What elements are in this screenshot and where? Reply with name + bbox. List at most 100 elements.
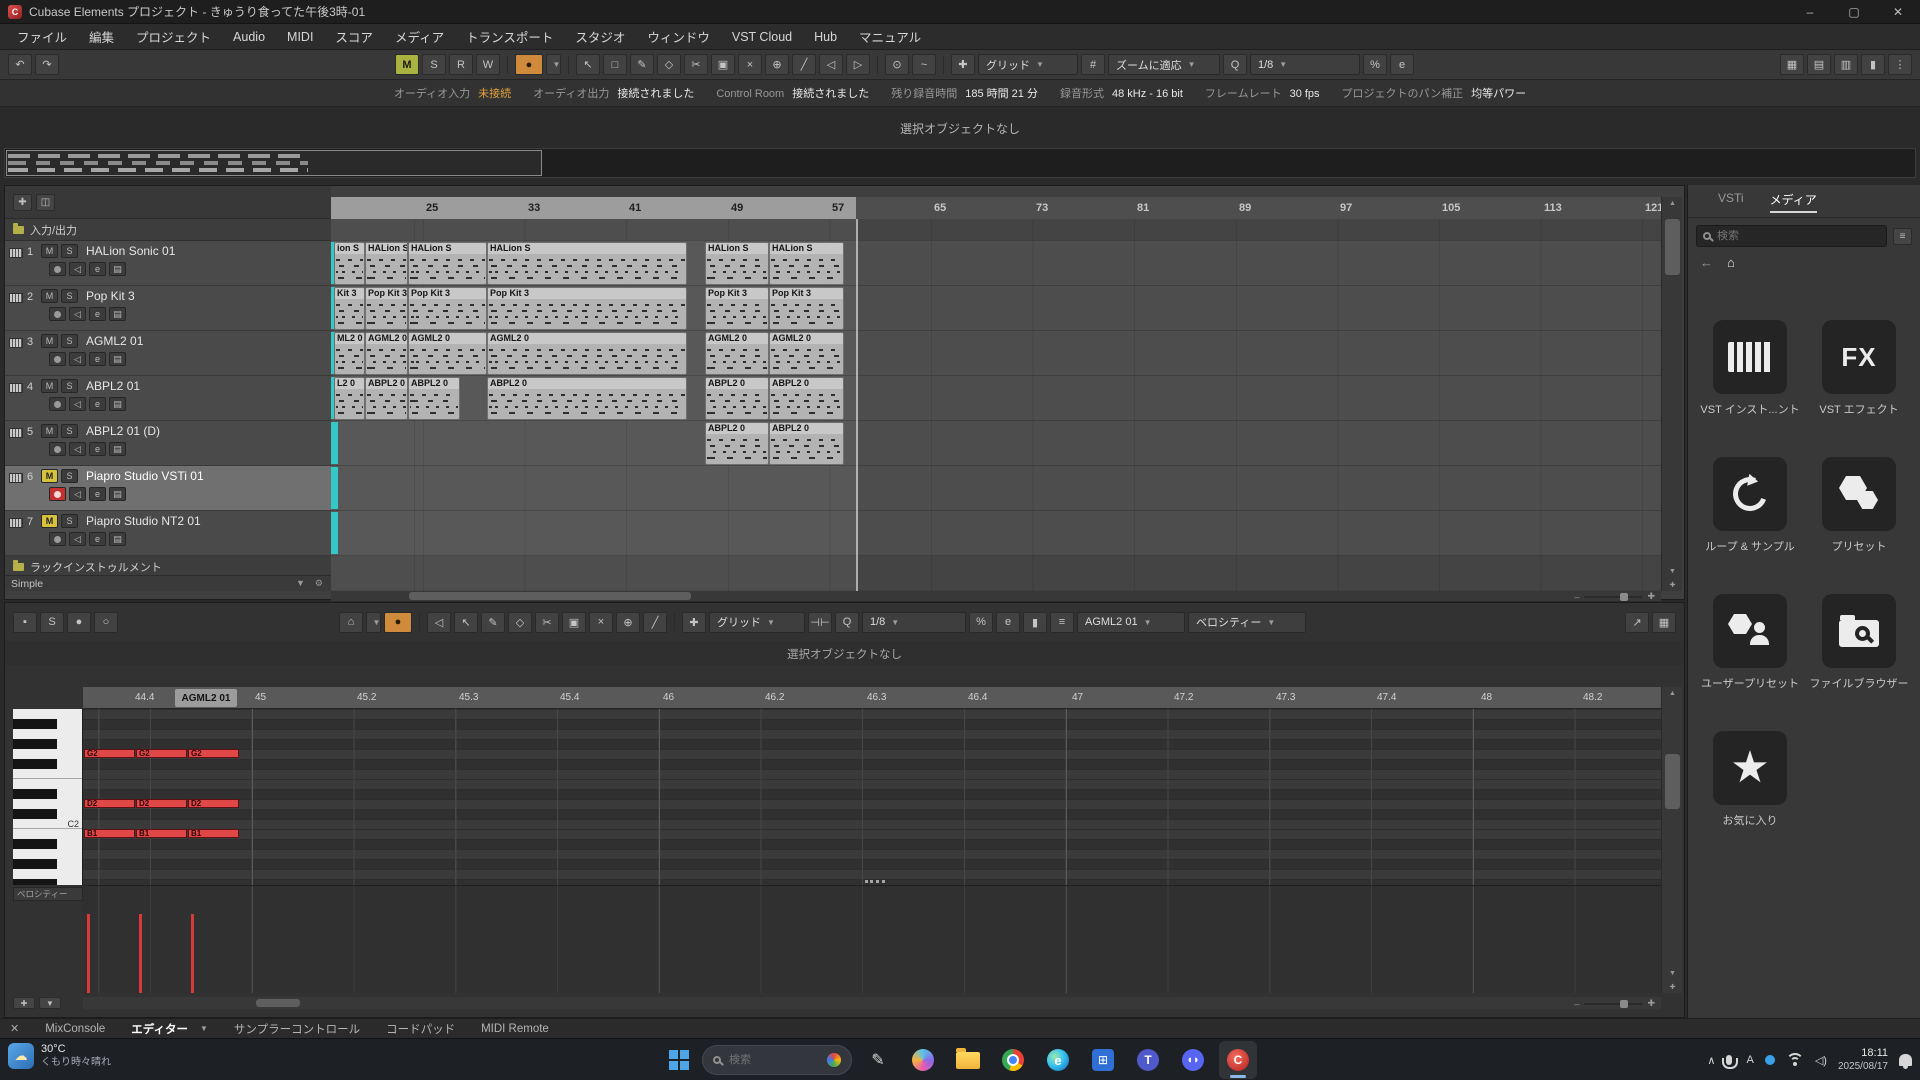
write-automation-button[interactable]: W	[476, 54, 500, 75]
notification-bell-icon[interactable]	[1899, 1054, 1912, 1066]
quantize-icon[interactable]: Q	[1223, 54, 1247, 75]
edit-channel-button[interactable]: e	[89, 262, 106, 276]
taskbar-app-discord[interactable]: ◖◗	[1174, 1041, 1212, 1079]
midi-part[interactable]: ABPL2 0	[705, 422, 769, 465]
record-arm-button[interactable]	[49, 307, 66, 321]
select-tool[interactable]: ↖	[454, 612, 478, 633]
line-tool[interactable]: ╱	[792, 54, 816, 75]
taskbar-app-edge[interactable]: e	[1039, 1041, 1077, 1079]
zoom-slider-track[interactable]	[1584, 1003, 1642, 1005]
edit-channel-button[interactable]: e	[89, 397, 106, 411]
quantize-panel-button[interactable]: e	[996, 612, 1020, 633]
zoom-preset-button[interactable]: ✚	[1662, 983, 1683, 991]
menu-manual[interactable]: マニュアル	[848, 23, 932, 50]
split-tool[interactable]: ✂	[535, 612, 559, 633]
taskbar-app-teams[interactable]: T	[1129, 1041, 1167, 1079]
line-tool[interactable]: ╱	[643, 612, 667, 633]
erase-tool[interactable]: ◇	[508, 612, 532, 633]
midi-part[interactable]: HALion S	[408, 242, 487, 285]
mute-button[interactable]: M	[41, 244, 58, 258]
snap-toggle-button[interactable]: ✚	[951, 54, 975, 75]
taskbar-app-pen-tablet[interactable]: ✎	[859, 1041, 897, 1079]
instrument-button[interactable]: ▤	[109, 307, 126, 321]
microphone-icon[interactable]	[1726, 1055, 1732, 1065]
mute-button[interactable]: M	[41, 379, 58, 393]
zoom-tool[interactable]: ⊕	[616, 612, 640, 633]
gear-icon[interactable]: ⚙	[315, 578, 323, 589]
monitor-button[interactable]: ◁	[69, 262, 86, 276]
instrument-button[interactable]: ▤	[109, 262, 126, 276]
menu-hub[interactable]: Hub	[803, 26, 848, 48]
quantize-icon[interactable]: Q	[835, 612, 859, 633]
midi-note[interactable]: D2	[84, 799, 135, 808]
add-lane-button[interactable]: ✚	[13, 997, 35, 1009]
midi-note[interactable]: B1	[84, 829, 135, 838]
zoom-out-icon[interactable]: –	[1574, 592, 1579, 602]
instrument-button[interactable]: ▤	[109, 487, 126, 501]
iterative-quantize-button[interactable]: %	[1363, 54, 1387, 75]
range-tool[interactable]: □	[603, 54, 627, 75]
solo-button[interactable]: S	[61, 379, 78, 393]
taskbar-app-chrome[interactable]	[994, 1041, 1032, 1079]
midi-part[interactable]: ABPL2 0	[365, 377, 408, 420]
draw-tool[interactable]: ✎	[630, 54, 654, 75]
tile-vst-effects[interactable]: FX VST エフェクト	[1807, 320, 1911, 417]
glue-tool[interactable]: ▣	[711, 54, 735, 75]
left-zone-toggle[interactable]: ▤	[1807, 54, 1831, 75]
home-icon[interactable]: ⌂	[1727, 255, 1735, 270]
monitor-button[interactable]: ◁	[69, 307, 86, 321]
open-in-window-button[interactable]: ↗	[1625, 612, 1649, 633]
taskbar-app-file-explorer[interactable]	[949, 1041, 987, 1079]
mute-button[interactable]: M	[41, 424, 58, 438]
midi-note[interactable]: G2	[188, 749, 239, 758]
taskbar-app-copilot[interactable]	[904, 1041, 942, 1079]
midi-note[interactable]: G2	[84, 749, 135, 758]
mute-state-button[interactable]: M	[395, 54, 419, 75]
undo-button[interactable]: ↶	[8, 54, 32, 75]
controller-lane-header[interactable]: ベロシティー	[13, 887, 83, 901]
midi-part[interactable]: Pop Kit 3	[705, 287, 769, 330]
setup-window-layout-button[interactable]: ▦	[1780, 54, 1804, 75]
midi-part[interactable]: HALion S	[705, 242, 769, 285]
edit-channel-button[interactable]: e	[89, 442, 106, 456]
tab-editor[interactable]: エディター▼	[131, 1021, 208, 1037]
comment-button[interactable]: ⊙	[885, 54, 909, 75]
status-audio-output[interactable]: オーディオ出力接続されました	[533, 85, 694, 101]
lane-dropdown-button[interactable]: ▼	[39, 997, 61, 1009]
track-row-6-selected[interactable]: 6 M S Piapro Studio VSTi 01 ◁ e ▤	[5, 466, 331, 511]
record-in-editor-button[interactable]: ●	[67, 612, 91, 633]
quantize-panel-button[interactable]: e	[1390, 54, 1414, 75]
midi-note[interactable]: D2	[136, 799, 187, 808]
timeline-ruler[interactable]: 25 33 41 49 57 65 73 81 89 97 105 113 12…	[331, 197, 1661, 221]
project-vertical-scrollbar[interactable]: ▲ ▼ ✚	[1661, 197, 1682, 591]
midi-part[interactable]: AGML2 0	[705, 332, 769, 375]
editor-horizontal-scrollbar[interactable]: – ✚	[83, 997, 1661, 1009]
acoustic-feedback-button[interactable]: ○	[94, 612, 118, 633]
midi-part[interactable]: ABPL2 0	[408, 377, 460, 420]
midi-input-dropdown[interactable]: ≡	[1050, 612, 1074, 633]
record-arm-button[interactable]	[49, 397, 66, 411]
automation-curve-button[interactable]: ~	[912, 54, 936, 75]
instrument-button[interactable]: ▤	[109, 532, 126, 546]
track-preset-row[interactable]: Simple ▼⚙	[5, 575, 331, 591]
menu-vst-cloud[interactable]: VST Cloud	[721, 26, 803, 48]
tab-vsti[interactable]: VSTi	[1718, 191, 1744, 213]
mute-button[interactable]: M	[41, 334, 58, 348]
menu-studio[interactable]: スタジオ	[564, 23, 636, 50]
lower-zone-toggle[interactable]: ▥	[1834, 54, 1858, 75]
zoom-tool[interactable]: ⊕	[765, 54, 789, 75]
snap-toggle-button[interactable]: ✚	[682, 612, 706, 633]
tile-favorites[interactable]: ★ お気に入り	[1698, 731, 1802, 828]
record-arm-button[interactable]	[49, 262, 66, 276]
monitor-button[interactable]: ◁	[69, 487, 86, 501]
solo-button[interactable]: S	[61, 469, 78, 483]
note-grid[interactable]: G2 G2 G2 D2 D2 D2 B1 B1 B1	[83, 709, 1661, 885]
redo-button[interactable]: ↷	[35, 54, 59, 75]
search-input[interactable]	[1717, 230, 1880, 242]
midi-part[interactable]: ABPL2 0	[487, 377, 687, 420]
menu-midi[interactable]: MIDI	[276, 26, 324, 48]
taskbar-search-input[interactable]	[729, 1054, 819, 1066]
quantize-dropdown[interactable]: 1/8▼	[1250, 54, 1360, 75]
piano-keyboard[interactable]: C2	[13, 709, 83, 885]
volume-icon[interactable]: ◁)	[1815, 1054, 1827, 1067]
